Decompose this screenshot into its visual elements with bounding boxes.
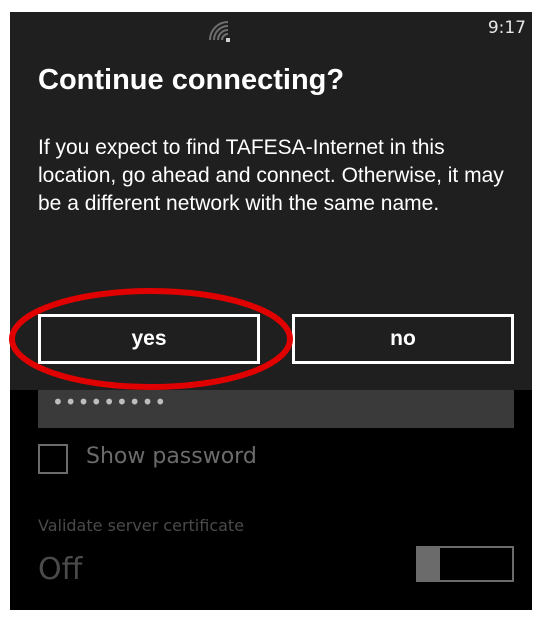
show-password-checkbox[interactable] (38, 444, 68, 474)
continue-connecting-dialog: 9:17 Continue connecting? If you expect … (10, 12, 532, 390)
validate-certificate-label: Validate server certificate (38, 516, 245, 535)
no-button[interactable]: no (292, 314, 514, 364)
status-time: 9:17 (487, 18, 526, 38)
password-value: ••••••••• (52, 390, 168, 414)
password-field[interactable]: ••••••••• (38, 384, 514, 428)
validate-certificate-value: Off (38, 552, 83, 587)
show-password-label: Show password (86, 444, 257, 469)
validate-certificate-toggle[interactable] (416, 546, 514, 582)
wifi-signal-icon (209, 21, 230, 42)
yes-button[interactable]: yes (38, 314, 260, 364)
phone-screen: ••••••••• Show password Validate server … (10, 12, 532, 610)
status-bar: 9:17 (10, 12, 532, 48)
dialog-message: If you expect to find TAFESA-Internet in… (38, 136, 504, 215)
dialog-title: Continue connecting? (38, 64, 345, 96)
toggle-thumb (416, 546, 440, 582)
